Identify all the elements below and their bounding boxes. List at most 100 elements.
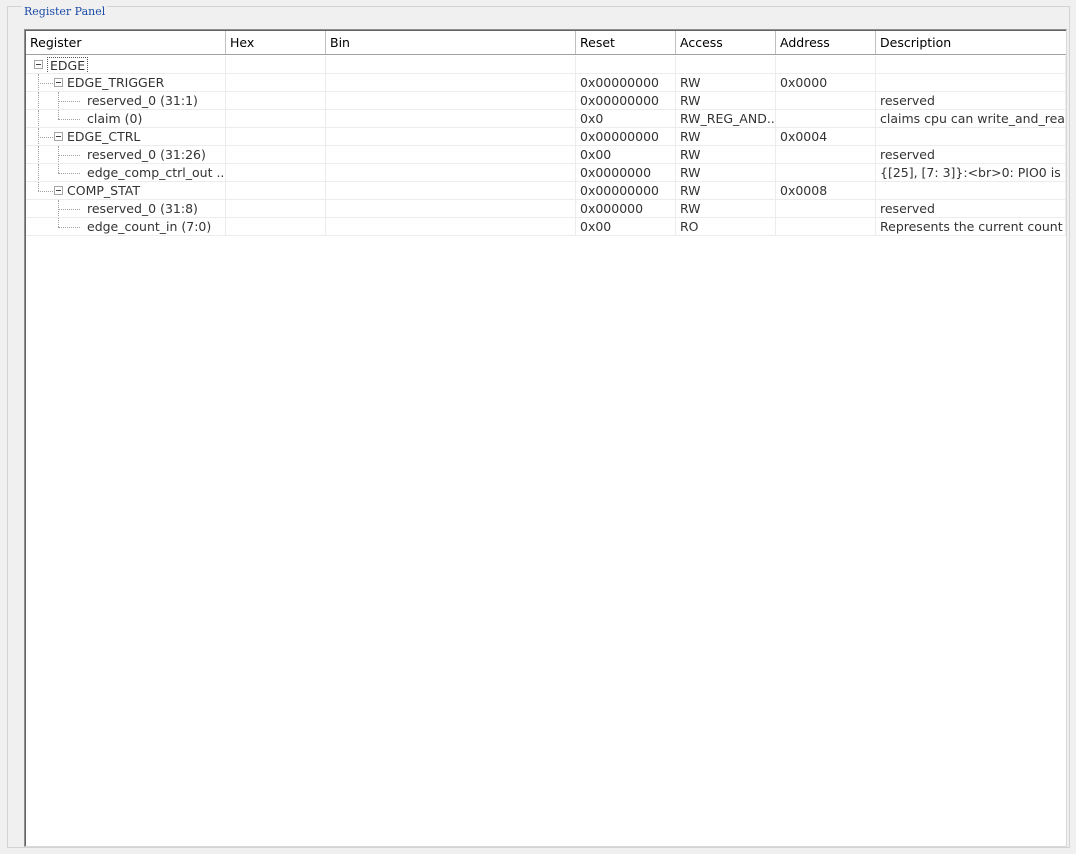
tree-leaf-row[interactable]: claim (0) 0x0 RW_REG_AND... claims cpu can … bbox=[26, 110, 1066, 128]
address-cell[interactable] bbox=[776, 92, 876, 110]
tree-leaf-row[interactable]: edge_comp_ctrl_out ... 0x0000000 RW {[25], … bbox=[26, 164, 1066, 182]
description-cell[interactable]: Represents the current count ... bbox=[876, 218, 1066, 236]
reset-cell[interactable]: 0x00000000 bbox=[576, 74, 676, 92]
reset-cell[interactable]: 0x0000000 bbox=[576, 164, 676, 182]
access-cell[interactable]: RW bbox=[676, 146, 776, 164]
address-cell[interactable] bbox=[776, 146, 876, 164]
access-cell[interactable]: RW bbox=[676, 92, 776, 110]
tree-node-row[interactable]: EDGE bbox=[26, 56, 1066, 74]
register-cell[interactable]: reserved_0 (31:26) bbox=[26, 146, 226, 164]
tree-leaf-row[interactable]: reserved_0 (31:26) 0x00 RW reserved bbox=[26, 146, 1066, 164]
address-cell[interactable]: 0x0008 bbox=[776, 182, 876, 200]
reset-cell[interactable]: 0x00 bbox=[576, 218, 676, 236]
header-hex[interactable]: Hex bbox=[226, 31, 326, 54]
bin-cell[interactable] bbox=[326, 200, 576, 218]
register-cell[interactable]: COMP_STAT bbox=[26, 182, 226, 200]
reset-cell[interactable]: 0x00000000 bbox=[576, 92, 676, 110]
access-cell[interactable]: RW bbox=[676, 128, 776, 146]
reset-cell[interactable]: 0x00000000 bbox=[576, 182, 676, 200]
description-cell[interactable] bbox=[876, 182, 1066, 200]
bin-cell[interactable] bbox=[326, 218, 576, 236]
address-cell[interactable]: 0x0000 bbox=[776, 74, 876, 92]
description-cell[interactable]: reserved bbox=[876, 146, 1066, 164]
address-cell[interactable] bbox=[776, 110, 876, 128]
address-cell[interactable] bbox=[776, 164, 876, 182]
collapse-icon[interactable] bbox=[54, 78, 63, 87]
bin-cell[interactable] bbox=[326, 146, 576, 164]
access-cell[interactable]: RW bbox=[676, 182, 776, 200]
tree-header: Register Hex Bin Reset Access Address De… bbox=[26, 31, 1066, 55]
bin-cell[interactable] bbox=[326, 74, 576, 92]
header-access[interactable]: Access bbox=[676, 31, 776, 54]
register-cell[interactable]: reserved_0 (31:8) bbox=[26, 200, 226, 218]
register-name: claim (0) bbox=[87, 111, 143, 126]
description-cell[interactable] bbox=[876, 56, 1066, 74]
hex-cell[interactable] bbox=[226, 182, 326, 200]
header-description[interactable]: Description bbox=[876, 31, 1066, 54]
access-cell[interactable]: RO bbox=[676, 218, 776, 236]
bin-cell[interactable] bbox=[326, 164, 576, 182]
header-bin[interactable]: Bin bbox=[326, 31, 576, 54]
hex-cell[interactable] bbox=[226, 56, 326, 74]
hex-cell[interactable] bbox=[226, 74, 326, 92]
bin-cell[interactable] bbox=[326, 56, 576, 74]
tree-node-row[interactable]: COMP_STAT 0x00000000 RW 0x0008 bbox=[26, 182, 1066, 200]
description-cell[interactable]: reserved bbox=[876, 92, 1066, 110]
register-cell[interactable]: claim (0) bbox=[26, 110, 226, 128]
tree-connector bbox=[58, 209, 80, 210]
tree-connector bbox=[38, 137, 53, 138]
tree-leaf-row[interactable]: reserved_0 (31:8) 0x000000 RW reserved bbox=[26, 200, 1066, 218]
hex-cell[interactable] bbox=[226, 164, 326, 182]
reset-cell[interactable]: 0x000000 bbox=[576, 200, 676, 218]
register-cell[interactable]: EDGE_CTRL bbox=[26, 128, 226, 146]
tree-leaf-row[interactable]: edge_count_in (7:0) 0x00 RO Represents the … bbox=[26, 218, 1066, 236]
tree-node-row[interactable]: EDGE_TRIGGER 0x00000000 RW 0x0000 bbox=[26, 74, 1066, 92]
reset-cell[interactable]: 0x00 bbox=[576, 146, 676, 164]
collapse-icon[interactable] bbox=[34, 60, 43, 69]
register-name: edge_comp_ctrl_out ... bbox=[87, 165, 226, 180]
collapse-icon[interactable] bbox=[54, 186, 63, 195]
access-cell[interactable] bbox=[676, 56, 776, 74]
reset-cell[interactable] bbox=[576, 56, 676, 74]
register-cell[interactable]: EDGE bbox=[26, 56, 226, 74]
address-cell[interactable] bbox=[776, 56, 876, 74]
access-cell[interactable]: RW bbox=[676, 200, 776, 218]
address-cell[interactable] bbox=[776, 200, 876, 218]
header-address[interactable]: Address bbox=[776, 31, 876, 54]
access-cell[interactable]: RW bbox=[676, 164, 776, 182]
description-cell[interactable]: reserved bbox=[876, 200, 1066, 218]
bin-cell[interactable] bbox=[326, 92, 576, 110]
address-cell[interactable] bbox=[776, 218, 876, 236]
hex-cell[interactable] bbox=[226, 146, 326, 164]
address-cell[interactable]: 0x0004 bbox=[776, 128, 876, 146]
description-cell[interactable]: claims cpu can write_and_rea... bbox=[876, 110, 1066, 128]
collapse-icon[interactable] bbox=[54, 132, 63, 141]
access-cell[interactable]: RW bbox=[676, 74, 776, 92]
access-cell[interactable]: RW_REG_AND... bbox=[676, 110, 776, 128]
register-cell[interactable]: EDGE_TRIGGER bbox=[26, 74, 226, 92]
bin-cell[interactable] bbox=[326, 128, 576, 146]
register-cell[interactable]: reserved_0 (31:1) bbox=[26, 92, 226, 110]
hex-cell[interactable] bbox=[226, 110, 326, 128]
hex-cell[interactable] bbox=[226, 92, 326, 110]
register-cell[interactable]: edge_count_in (7:0) bbox=[26, 218, 226, 236]
header-reset[interactable]: Reset bbox=[576, 31, 676, 54]
register-cell[interactable]: edge_comp_ctrl_out ... bbox=[26, 164, 226, 182]
tree-node-row[interactable]: EDGE_CTRL 0x00000000 RW 0x0004 bbox=[26, 128, 1066, 146]
tree-leaf-row[interactable]: reserved_0 (31:1) 0x00000000 RW reserved bbox=[26, 92, 1066, 110]
description-cell[interactable] bbox=[876, 74, 1066, 92]
description-cell[interactable] bbox=[876, 128, 1066, 146]
bin-cell[interactable] bbox=[326, 110, 576, 128]
hex-cell[interactable] bbox=[226, 200, 326, 218]
hex-cell[interactable] bbox=[226, 128, 326, 146]
description-cell[interactable]: {[25], [7: 3]}:<br>0: PIO0 is se... bbox=[876, 164, 1066, 182]
header-register[interactable]: Register bbox=[26, 31, 226, 54]
register-tree-view[interactable]: Register Hex Bin Reset Access Address De… bbox=[24, 29, 1067, 847]
tree-rows: EDGE EDGE_TRIGGER 0x00000000 RW 0x0000 reserv… bbox=[26, 56, 1066, 236]
bin-cell[interactable] bbox=[326, 182, 576, 200]
reset-cell[interactable]: 0x00000000 bbox=[576, 128, 676, 146]
register-name: EDGE bbox=[47, 57, 89, 73]
hex-cell[interactable] bbox=[226, 218, 326, 236]
tree-empty-area bbox=[26, 236, 1066, 846]
reset-cell[interactable]: 0x0 bbox=[576, 110, 676, 128]
